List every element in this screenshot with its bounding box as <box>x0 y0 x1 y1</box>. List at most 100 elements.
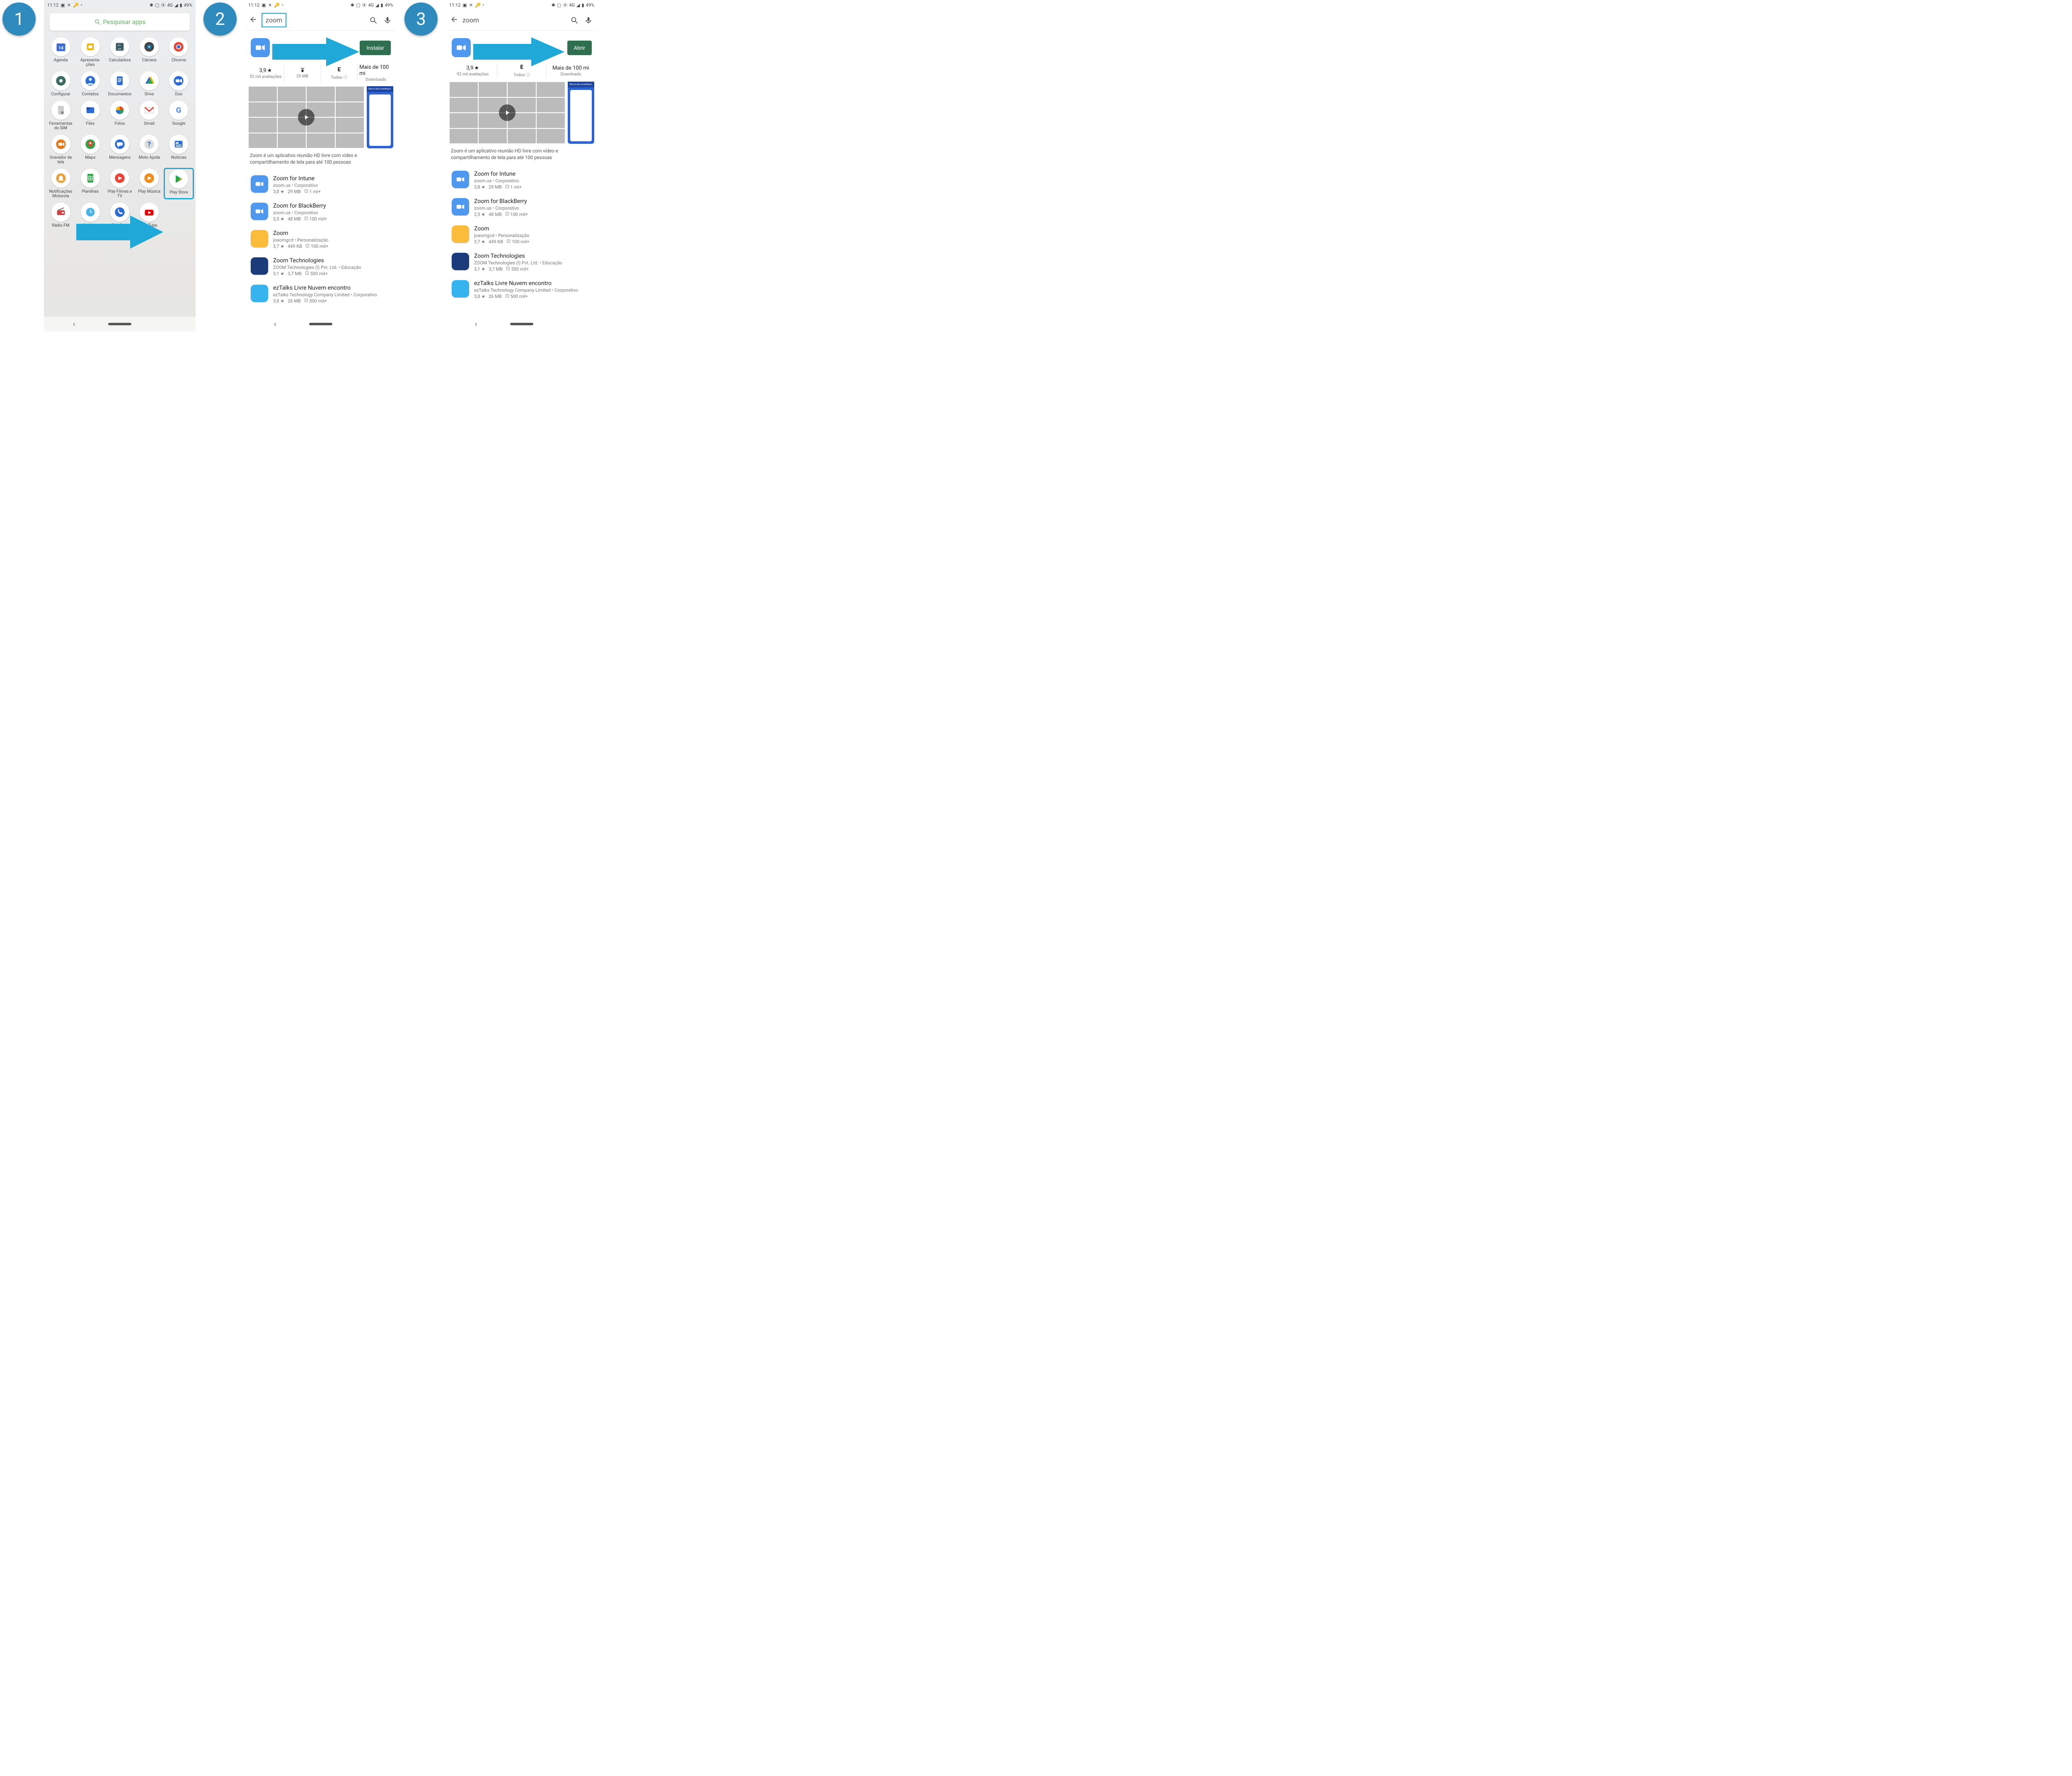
app-radio[interactable]: Rádio FM <box>46 203 75 228</box>
zoom-app-icon[interactable] <box>251 38 270 57</box>
list-item[interactable]: Zoom for Intunezoom.us • Corporativo3,8 … <box>446 167 598 194</box>
stat-rating[interactable]: 3,9★ 92 mil avaliações <box>448 64 497 77</box>
nav-home-pill[interactable] <box>108 323 131 325</box>
app-label: Ferramentas do SIM <box>48 121 74 131</box>
zoom-app-icon[interactable] <box>452 38 471 57</box>
search-button[interactable] <box>569 15 579 25</box>
status-bar: 11:12 ▣✕🔑• ✱▢⦿ 4G ◢▮ 49% <box>446 0 598 10</box>
app-gmail[interactable]: Gmail <box>135 101 164 131</box>
app-photos[interactable]: Fotos <box>105 101 134 131</box>
open-button[interactable]: Abrir <box>567 41 592 55</box>
list-item[interactable]: Zoom TechnologiesZOOM Technologies (I) P… <box>245 253 397 281</box>
list-item-meta: 3,8 ★29 MB+ 1 mi+ <box>273 189 391 194</box>
nav-back-icon[interactable]: ‹ <box>274 320 276 329</box>
list-item-meta: 3,8 ★26 MB+ 500 mil+ <box>273 298 391 304</box>
app-drive[interactable]: Drive <box>135 71 164 97</box>
gallery-screenshot-2[interactable]: Start or join a meeting in <box>367 86 393 148</box>
list-item-meta: 3,7 ★449 KB+ 100 mil+ <box>474 239 592 244</box>
stat-rating-tag[interactable]: E Todos ⓘ <box>497 64 546 77</box>
screenshot-gallery[interactable]: Start or join a meeting in <box>446 82 598 144</box>
list-item[interactable]: ezTalks Livre Nuvem encontroezTalks Tech… <box>245 281 397 308</box>
screenshot-gallery[interactable]: Start or join a meeting in <box>245 86 397 148</box>
list-item[interactable]: Zoomjoaomgcd • Personalização3,7 ★449 KB… <box>446 221 598 249</box>
app-label: Câmera <box>142 58 157 63</box>
nav-back-icon[interactable]: ‹ <box>73 320 75 329</box>
app-list-icon <box>251 175 268 193</box>
search-button[interactable] <box>368 15 378 25</box>
voice-search-button[interactable] <box>382 15 392 25</box>
app-playmusic[interactable]: Play Música <box>135 169 164 198</box>
app-docs[interactable]: Documentos <box>105 71 134 97</box>
list-item[interactable]: Zoom for BlackBerryzoom.us • Corporativo… <box>245 198 397 226</box>
app-playstore[interactable]: Play Store <box>165 169 193 198</box>
stat-rating-tag[interactable]: E Todos ⓘ <box>321 64 358 82</box>
app-list-icon <box>251 257 268 275</box>
app-duo[interactable]: Duo <box>165 71 193 97</box>
app-news[interactable]: Notícias <box>165 135 193 165</box>
gallery-screenshot-2[interactable]: Start or join a meeting in <box>568 82 594 144</box>
list-item-meta: 3,5 ★48 MB+ 100 mil+ <box>273 216 391 222</box>
network-type: 4G <box>167 2 173 8</box>
step-badge-2: 2 <box>203 2 237 36</box>
app-youtube[interactable]: YouTube <box>135 203 164 228</box>
app-record[interactable]: Gravador de tela <box>46 135 75 165</box>
app-camera[interactable]: Câmera <box>135 37 164 67</box>
app-sim[interactable]: Ferramentas do SIM <box>46 101 75 131</box>
list-item-meta: 3,7 ★449 KB+ 100 mil+ <box>273 244 391 249</box>
stat-size[interactable]: 29 MB <box>284 64 321 82</box>
app-stats: 3,9★ 92 mil avaliações E Todos ⓘ Mais de… <box>446 61 598 82</box>
search-query[interactable]: zoom <box>462 16 520 24</box>
list-item[interactable]: Zoom TechnologiesZOOM Technologies (I) P… <box>446 249 598 276</box>
app-list-icon <box>452 198 469 215</box>
app-contact[interactable]: Contatos <box>76 71 104 97</box>
panel-step-3: 3 11:12 ▣✕🔑• ✱▢⦿ 4G ◢▮ 49% zoom <box>402 0 603 338</box>
nav-back-icon[interactable]: ‹ <box>475 320 477 329</box>
docs-icon <box>110 71 129 90</box>
install-button[interactable]: Instalar <box>360 41 391 55</box>
app-chrome[interactable]: Chrome <box>165 37 193 67</box>
play-store-header: zoom <box>446 10 598 31</box>
nav-home-pill[interactable] <box>510 323 533 325</box>
app-label: Configurar <box>51 92 70 97</box>
app-label: Mensagens <box>109 155 131 160</box>
app-calendar[interactable]: 14Agenda <box>46 37 75 67</box>
list-item[interactable]: Zoom for Intunezoom.us • Corporativo3,8 … <box>245 171 397 198</box>
stat-downloads[interactable]: Mais de 100 mi Downloads <box>547 64 595 77</box>
app-playmovies[interactable]: Play Filmes e TV <box>105 169 134 198</box>
list-item-meta: 3,1 ★3,7 MB+ 500 mil+ <box>474 266 592 272</box>
app-sheets[interactable]: Planilhas <box>76 169 104 198</box>
voice-search-button[interactable] <box>583 15 593 25</box>
app-help[interactable]: ?Moto Ajuda <box>135 135 164 165</box>
app-files[interactable]: Files <box>76 101 104 131</box>
app-clock[interactable]: Relógio <box>76 203 104 228</box>
slides-icon <box>81 37 100 56</box>
list-item[interactable]: ezTalks Livre Nuvem encontroezTalks Tech… <box>446 276 598 303</box>
search-placeholder: Pesquisar apps <box>103 18 146 26</box>
list-item[interactable]: Zoomjoaomgcd • Personalização3,7 ★449 KB… <box>245 226 397 253</box>
app-messages[interactable]: Mensagens <box>105 135 134 165</box>
app-phone[interactable]: Telefone <box>105 203 134 228</box>
gallery-video-thumb[interactable] <box>449 82 565 144</box>
search-query[interactable]: zoom <box>261 13 286 27</box>
app-notif[interactable]: Notificações Motorola <box>46 169 75 198</box>
app-slides[interactable]: Apresenta-ções <box>76 37 104 67</box>
app-label: Duo <box>175 92 183 97</box>
nav-home-pill[interactable] <box>309 323 332 325</box>
gallery-video-thumb[interactable] <box>248 86 364 148</box>
list-item-publisher: joaomgcd • Personalização <box>474 233 592 238</box>
app-label: Gravador de tela <box>48 155 74 165</box>
status-more-icon: • <box>81 2 82 8</box>
app-drawer-search[interactable]: Pesquisar apps <box>50 13 190 31</box>
status-bar: 11:12 ▣ ✕ 🔑 • ✱ ▢ ⦿ 4G ◢ ▮ 49% <box>44 0 196 10</box>
stat-rating[interactable]: 3,9★ 92 mil avaliações <box>247 64 284 82</box>
app-label: Moto Ajuda <box>139 155 160 160</box>
list-item[interactable]: Zoom for BlackBerryzoom.us • Corporativo… <box>446 194 598 221</box>
list-item-publisher: joaomgcd • Personalização <box>273 237 391 243</box>
app-gear[interactable]: Configurar <box>46 71 75 97</box>
app-calc[interactable]: +−×=Calculadora <box>105 37 134 67</box>
stat-downloads[interactable]: Mais de 100 mi Downloads <box>358 64 394 82</box>
app-maps[interactable]: Maps <box>76 135 104 165</box>
back-button[interactable] <box>450 15 458 25</box>
back-button[interactable] <box>249 15 257 25</box>
app-google[interactable]: GGoogle <box>165 101 193 131</box>
